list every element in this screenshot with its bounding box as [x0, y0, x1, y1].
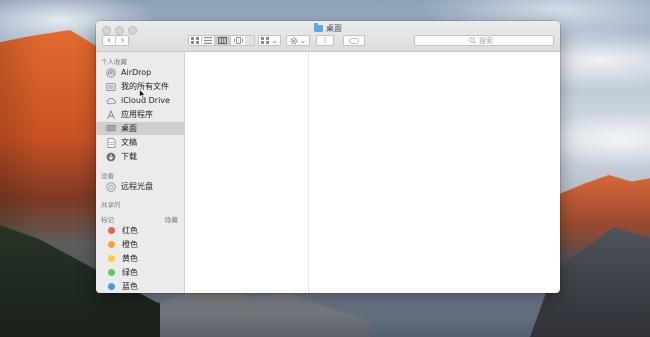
finder-window: 桌面 ‹ › ⌄ ⌄ ⇪ 搜索 个人收藏 AirDrop 我的所有文件 iClo…	[96, 21, 560, 293]
cover-flow-view-button[interactable]	[231, 36, 245, 45]
sidebar-item-label: 远程光盘	[121, 182, 153, 191]
sidebar-tag-orange[interactable]: 橙色	[96, 238, 184, 251]
cloud-icon	[106, 96, 116, 106]
sidebar-header-shared: 共享的	[101, 201, 121, 209]
list-view-icon	[204, 37, 212, 44]
sidebar-item-label: 下载	[121, 152, 137, 161]
sidebar-item-label: 桌面	[121, 124, 137, 133]
arrange-button[interactable]: ⌄	[258, 35, 281, 46]
sidebar-item-downloads[interactable]: 下载	[96, 150, 184, 163]
sidebar-item-remote-disc[interactable]: 远程光盘	[96, 180, 184, 193]
tags-hide-link[interactable]: 隐藏	[165, 214, 178, 224]
sidebar-tag-red[interactable]: 红色	[96, 224, 184, 237]
sidebar-item-label: 文稿	[121, 138, 137, 147]
sidebar-item-label: 黄色	[122, 254, 138, 263]
sidebar-header-tags: 标记	[101, 216, 114, 224]
sidebar-tag-yellow[interactable]: 黄色	[96, 252, 184, 265]
sidebar-item-applications[interactable]: 应用程序	[96, 108, 184, 121]
icon-view-button[interactable]	[189, 36, 202, 45]
action-button[interactable]: ⌄	[286, 35, 310, 46]
sidebar-item-label: 红色	[122, 226, 138, 235]
chevron-right-icon: ›	[116, 36, 128, 45]
gear-icon	[290, 37, 298, 44]
view-mode-control	[188, 35, 255, 46]
airdrop-icon	[106, 67, 116, 78]
tag-color-dot	[108, 255, 115, 262]
mouse-pointer-icon	[139, 89, 146, 99]
window-title: 桌面	[96, 23, 560, 34]
sidebar-item-label: 绿色	[122, 268, 138, 277]
sidebar-item-label: AirDrop	[121, 68, 152, 77]
sidebar-item-label: 蓝色	[122, 282, 138, 291]
downloads-icon	[106, 152, 116, 162]
arrange-icon	[261, 37, 270, 44]
documents-icon	[106, 137, 116, 148]
sidebar-item-label: 橙色	[122, 240, 138, 249]
chevron-down-icon: ⌄	[299, 35, 307, 45]
icon-view-icon	[191, 37, 199, 44]
sidebar-item-desktop[interactable]: 桌面	[96, 122, 184, 135]
applications-icon	[106, 109, 116, 120]
cover-flow-icon	[233, 37, 243, 44]
share-icon: ⇪	[321, 36, 329, 45]
remote-disc-icon	[106, 181, 116, 192]
folder-icon	[314, 23, 323, 32]
tag-color-dot	[108, 283, 115, 290]
share-button[interactable]: ⇪	[316, 35, 334, 46]
sidebar-item-label: 应用程序	[121, 110, 153, 119]
sidebar-item-documents[interactable]: 文稿	[96, 136, 184, 149]
list-view-button[interactable]	[202, 36, 215, 45]
tag-icon	[349, 37, 359, 44]
nav-buttons: ‹ ›	[102, 35, 129, 46]
all-files-icon	[106, 82, 116, 92]
window-title-text: 桌面	[326, 24, 342, 33]
sidebar-item-airdrop[interactable]: AirDrop	[96, 66, 184, 79]
column-divider[interactable]	[308, 52, 309, 293]
chevron-down-icon: ⌄	[271, 35, 278, 45]
sidebar-tag-green[interactable]: 绿色	[96, 266, 184, 279]
back-button[interactable]: ‹	[103, 36, 116, 45]
sidebar-tag-blue[interactable]: 蓝色	[96, 280, 184, 293]
tag-color-dot	[108, 269, 115, 276]
search-input[interactable]	[479, 36, 499, 45]
sidebar-header-favorites: 个人收藏	[101, 58, 127, 66]
forward-button[interactable]: ›	[116, 36, 128, 45]
tag-color-dot	[108, 241, 115, 248]
column-view-button[interactable]	[215, 36, 231, 45]
tags-button[interactable]	[343, 35, 365, 46]
tag-color-dot	[108, 227, 115, 234]
chevron-left-icon: ‹	[103, 36, 115, 45]
search-icon	[469, 37, 476, 44]
search-field[interactable]	[414, 35, 554, 46]
column-view-icon	[218, 37, 227, 44]
titlebar: 桌面 ‹ › ⌄ ⌄ ⇪ 搜索	[96, 21, 560, 52]
desktop-icon	[106, 124, 116, 134]
sidebar-header-devices: 设备	[101, 172, 114, 180]
